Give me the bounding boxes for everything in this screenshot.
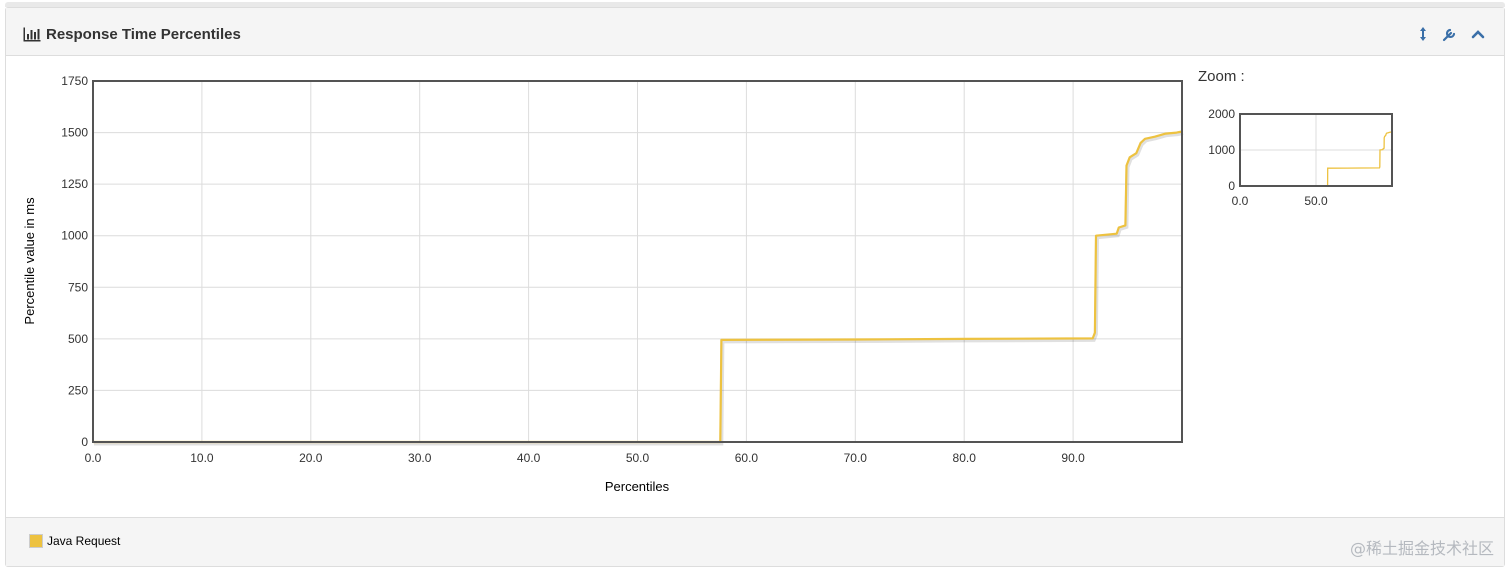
y-axis-label: Percentile value in ms xyxy=(22,197,37,325)
x-tick-label: 80.0 xyxy=(953,451,977,465)
y-tick-label: 1000 xyxy=(61,229,88,243)
x-tick-label: 30.0 xyxy=(408,451,432,465)
x-tick-label: 0.0 xyxy=(85,451,102,465)
y-tick-label: 500 xyxy=(68,332,88,346)
x-axis-label: Percentiles xyxy=(605,479,670,494)
x-tick-label: 10.0 xyxy=(190,451,214,465)
grid xyxy=(92,80,1182,443)
x-tick-label: 90.0 xyxy=(1061,451,1085,465)
series-shadow xyxy=(94,131,1184,446)
y-tick-label: 1250 xyxy=(61,177,88,191)
y-tick-label: 0 xyxy=(81,435,88,449)
x-tick-label: 40.0 xyxy=(517,451,541,465)
y-tick-label: 750 xyxy=(68,280,88,294)
main-chart[interactable]: 0.0 10.0 20.0 30.0 40.0 50.0 60.0 70.0 80.0 90.0 0… xyxy=(0,0,1512,574)
x-tick-label: 70.0 xyxy=(844,451,868,465)
y-tick-label: 1500 xyxy=(61,126,88,140)
x-tick-label: 60.0 xyxy=(735,451,759,465)
y-tick-label: 250 xyxy=(68,383,88,397)
x-tick-label: 50.0 xyxy=(626,451,650,465)
x-tick-label: 20.0 xyxy=(299,451,323,465)
y-tick-label: 1750 xyxy=(61,74,88,88)
